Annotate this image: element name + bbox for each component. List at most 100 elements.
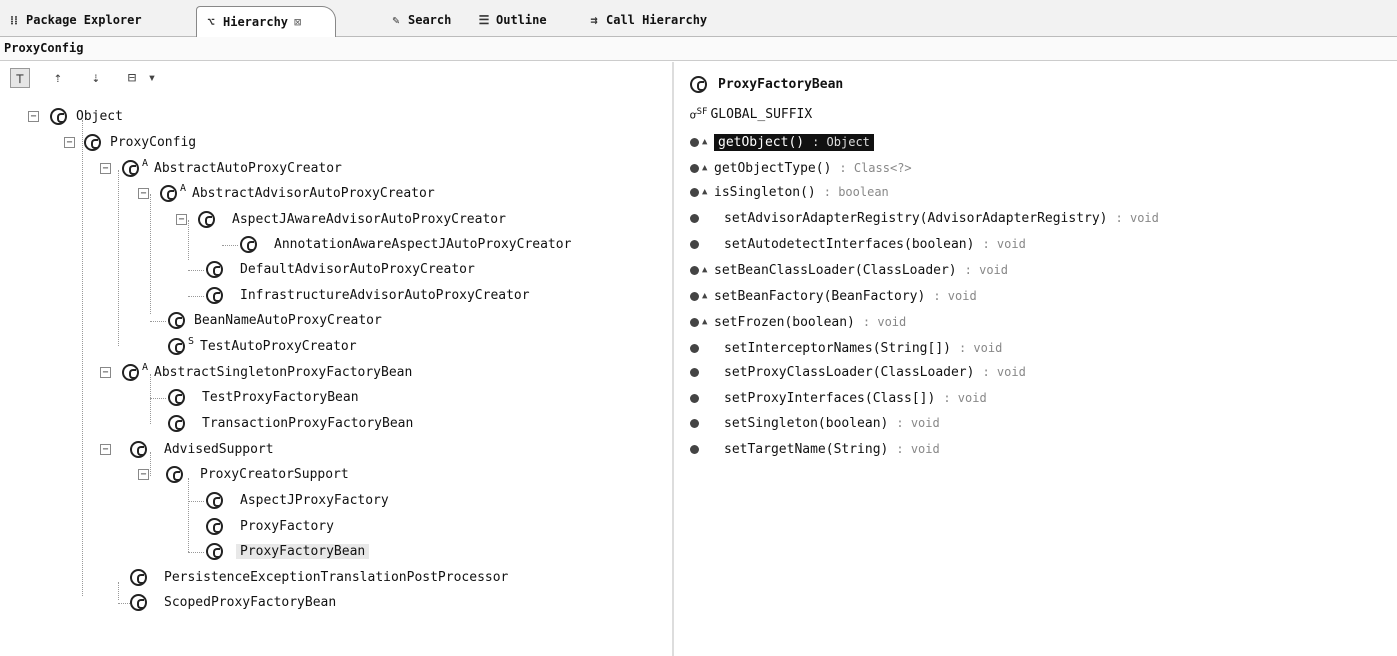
member-field-global-suffix[interactable]: ơSF GLOBAL_SUFFIX	[690, 102, 812, 126]
method-icon	[690, 367, 699, 377]
members-panel-header: ProxyFactoryBean	[690, 72, 843, 96]
collapse-toggle[interactable]: −	[64, 137, 75, 148]
method-icon	[690, 343, 699, 353]
member-getobject[interactable]: ▲ getObject(): Object	[690, 130, 874, 154]
member-setbeanfactory[interactable]: ▲ setBeanFactory(BeanFactory): void	[690, 284, 977, 308]
search-icon: ✎	[392, 13, 400, 27]
tree-connector	[150, 321, 166, 322]
member-setproxyclassloader[interactable]: setProxyClassLoader(ClassLoader): void	[690, 360, 1026, 384]
tree-connector	[188, 478, 189, 552]
tree-connector	[82, 120, 83, 596]
tree-connector	[188, 552, 204, 553]
tree-connector	[150, 398, 166, 399]
collapse-toggle[interactable]: −	[100, 367, 111, 378]
tab-package-explorer[interactable]: ⁞⁞ Package Explorer	[6, 8, 142, 32]
tab-search[interactable]: ✎ Search	[388, 8, 451, 32]
class-icon	[168, 388, 185, 406]
static-class-icon	[168, 337, 185, 355]
subtype-hierarchy-icon[interactable]: ⇣	[86, 68, 106, 88]
class-icon	[168, 311, 185, 329]
tree-node-annotationawareaspectjautoproxycreator[interactable]: AnnotationAwareAspectJAutoProxyCreator	[240, 232, 571, 256]
member-setbeanclassloader[interactable]: ▲ setBeanClassLoader(ClassLoader): void	[690, 258, 1008, 282]
package-icon: ⁞⁞	[10, 12, 18, 27]
history-dropdown-icon[interactable]: ▾	[146, 68, 158, 88]
member-getobjecttype[interactable]: ▲ getObjectType(): Class<?>	[690, 156, 912, 180]
member-settargetname[interactable]: setTargetName(String): void	[690, 437, 940, 461]
class-icon	[240, 235, 257, 253]
tree-node-beannameautoproxycreator[interactable]: BeanNameAutoProxyCreator	[168, 308, 382, 332]
collapse-toggle[interactable]: −	[100, 444, 111, 455]
member-setinterceptornames[interactable]: setInterceptorNames(String[]): void	[690, 336, 1002, 360]
collapse-toggle[interactable]: −	[138, 469, 149, 480]
protected-icon: ▲	[702, 137, 708, 147]
hierarchy-icon: ⌥	[207, 15, 215, 29]
selected-member: getObject(): Object	[714, 133, 874, 151]
close-tab-icon[interactable]: ⊠	[294, 15, 301, 29]
hierarchy-title: ProxyConfig	[4, 41, 84, 55]
collapse-toggle[interactable]: −	[176, 214, 187, 225]
tree-node-object[interactable]: Object	[50, 104, 123, 128]
tree-node-infrastructureadvisorautoproxycreator[interactable]: InfrastructureAdvisorAutoProxyCreator	[206, 283, 530, 307]
tree-connector	[222, 245, 238, 246]
type-hierarchy-icon[interactable]: ⊤	[10, 68, 30, 88]
class-icon	[198, 210, 215, 228]
member-setfrozen[interactable]: ▲ setFrozen(boolean): void	[690, 310, 906, 334]
tree-node-aspectjproxyfactory[interactable]: AspectJProxyFactory	[206, 488, 389, 512]
tree-node-aspectjawareadvisorautoproxycreator[interactable]: AspectJAwareAdvisorAutoProxyCreator	[198, 207, 506, 231]
tab-call-hierarchy[interactable]: ⇉ Call Hierarchy	[586, 8, 707, 32]
tree-node-testproxyfactorybean[interactable]: TestProxyFactoryBean	[168, 385, 359, 409]
tree-node-proxycreatorsupport[interactable]: ProxyCreatorSupport	[166, 462, 349, 486]
tree-connector	[150, 194, 151, 314]
tab-outline[interactable]: ☰ Outline	[476, 8, 547, 32]
protected-icon: ▲	[702, 187, 708, 197]
tree-node-persistenceexceptiontranslationpostprocessor[interactable]: PersistenceExceptionTranslationPostProce…	[130, 565, 508, 589]
member-setadvisoradapterregistry[interactable]: setAdvisorAdapterRegistry(AdvisorAdapter…	[690, 206, 1159, 230]
tree-node-testautoproxycreator[interactable]: S TestAutoProxyCreator	[168, 334, 357, 358]
type-hierarchy-tree: − Object − ProxyConfig − A AbstractAutoP…	[0, 94, 672, 654]
class-icon	[130, 440, 147, 458]
class-icon	[206, 542, 223, 560]
tree-node-abstractadvisorautoproxycreator[interactable]: A AbstractAdvisorAutoProxyCreator	[160, 181, 435, 205]
abstract-class-icon	[160, 184, 177, 202]
member-issingleton[interactable]: ▲ isSingleton(): boolean	[690, 180, 889, 204]
tree-connector	[188, 220, 189, 260]
method-icon	[690, 291, 699, 301]
tree-node-abstractautoproxycreator[interactable]: A AbstractAutoProxyCreator	[122, 156, 342, 180]
outline-icon: ☰	[478, 13, 490, 27]
collapse-toggle[interactable]: −	[138, 188, 149, 199]
tree-connector	[188, 270, 204, 271]
tree-node-proxyfactory[interactable]: ProxyFactory	[206, 514, 334, 538]
method-icon	[690, 213, 699, 223]
member-setproxyinterfaces[interactable]: setProxyInterfaces(Class[]): void	[690, 386, 987, 410]
method-icon	[690, 418, 699, 428]
protected-icon: ▲	[702, 265, 708, 275]
tree-node-scopedproxyfactorybean[interactable]: ScopedProxyFactoryBean	[130, 590, 336, 614]
abstract-class-icon	[122, 159, 139, 177]
tree-node-abstractsingletonproxyfactorybean[interactable]: A AbstractSingletonProxyFactoryBean	[122, 360, 412, 384]
class-icon	[168, 414, 185, 432]
pane-divider[interactable]	[672, 62, 674, 656]
tree-node-transactionproxyfactorybean[interactable]: TransactionProxyFactoryBean	[168, 411, 413, 435]
method-icon	[690, 393, 699, 403]
collapse-toggle[interactable]: −	[28, 111, 39, 122]
class-icon	[50, 107, 67, 125]
tree-connector	[188, 296, 204, 297]
tree-node-proxyfactorybean[interactable]: ProxyFactoryBean	[206, 539, 370, 563]
tree-node-defaultadvisorautoproxycreator[interactable]: DefaultAdvisorAutoProxyCreator	[206, 257, 475, 281]
tree-connector	[188, 501, 204, 502]
supertype-hierarchy-icon[interactable]: ⇡	[48, 68, 68, 88]
class-icon	[206, 286, 223, 304]
protected-icon: ▲	[702, 317, 708, 327]
tree-node-proxyconfig[interactable]: ProxyConfig	[84, 130, 196, 154]
class-icon	[206, 517, 223, 535]
hierarchy-title-bar: ProxyConfig	[0, 37, 1397, 61]
protected-icon: ▲	[702, 291, 708, 301]
collapse-toggle[interactable]: −	[100, 163, 111, 174]
member-setsingleton[interactable]: setSingleton(boolean): void	[690, 411, 940, 435]
tab-hierarchy[interactable]: ⌥ Hierarchy ⊠	[196, 6, 337, 37]
tree-node-advisedsupport[interactable]: AdvisedSupport	[130, 437, 274, 461]
tree-connector	[118, 170, 119, 346]
member-setautodetectinterfaces[interactable]: setAutodetectInterfaces(boolean): void	[690, 232, 1026, 256]
class-icon	[166, 465, 183, 483]
history-icon[interactable]: ⊟	[122, 68, 142, 88]
